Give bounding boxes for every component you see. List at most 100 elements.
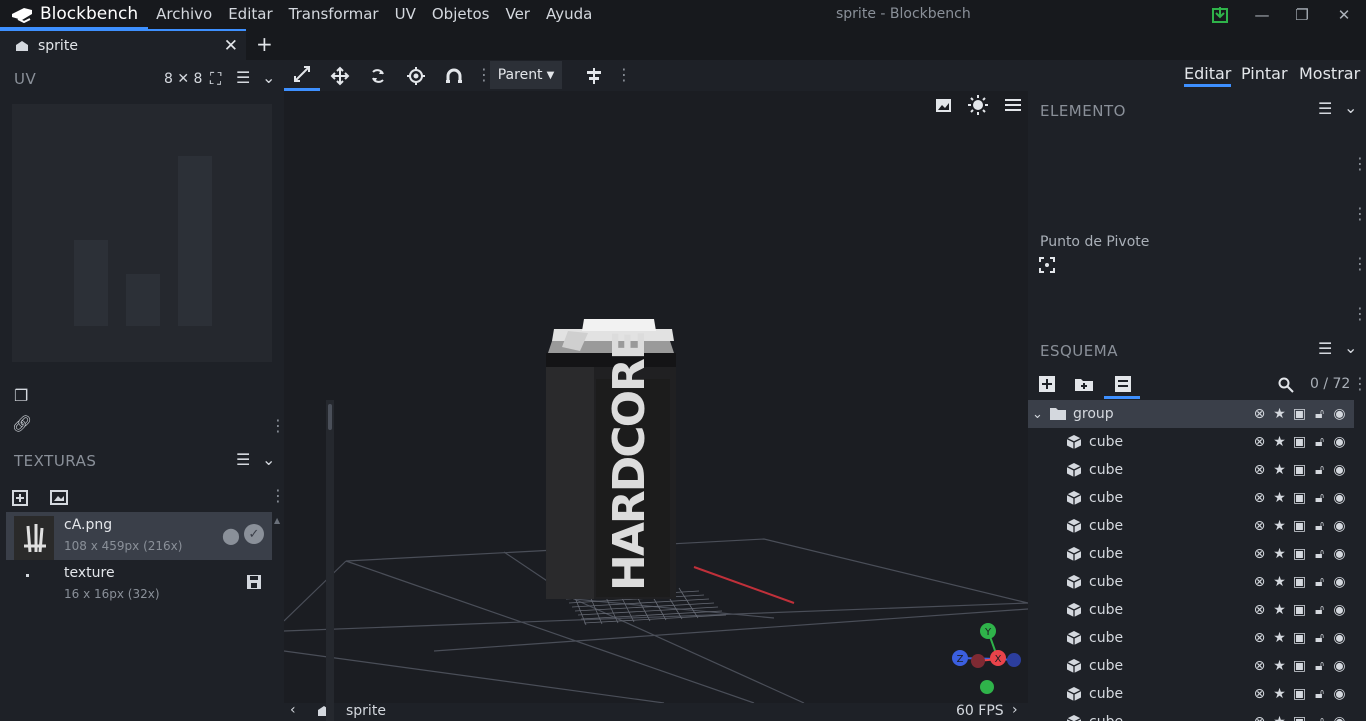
scroll-up-arrow[interactable]: ▲ [274,516,280,525]
add-texture-icon[interactable] [12,488,30,506]
camera-icon[interactable]: ▣ [1292,406,1307,422]
rotate-tool-button[interactable] [360,60,396,91]
particle-icon[interactable]: ⬤ [222,526,240,545]
transform-space-select[interactable]: Parent ▼ [490,61,562,89]
import-texture-icon[interactable] [50,488,68,506]
more-icon[interactable]: ⋮ [1352,376,1366,392]
search-icon[interactable] [1278,377,1294,393]
unlock-icon[interactable]: 🔓︎ [1312,686,1327,702]
export-toggle-icon[interactable]: ⊗ [1252,406,1267,422]
menu-icon[interactable]: ☰ [236,452,250,468]
unlock-icon[interactable]: 🔓︎ [1312,714,1327,721]
brightness-icon[interactable] [973,100,983,110]
camera-icon[interactable]: ▣ [1292,574,1307,590]
outliner-cube-row[interactable]: cube ⊗ ★ ▣ 🔓︎ ◉ [1028,568,1354,596]
mode-tab-editar[interactable]: Editar [1184,64,1232,87]
star-icon[interactable]: ★ [1272,434,1287,450]
export-toggle-icon[interactable]: ⊗ [1252,462,1267,478]
export-toggle-icon[interactable]: ⊗ [1252,686,1267,702]
unlock-icon[interactable]: 🔓︎ [1312,462,1327,478]
export-toggle-icon[interactable]: ⊗ [1252,630,1267,646]
unlock-icon[interactable]: 🔓︎ [1312,490,1327,506]
eye-icon[interactable]: ◉ [1332,686,1347,702]
unlock-icon[interactable]: 🔓︎ [1312,658,1327,674]
camera-icon[interactable]: ▣ [1292,602,1307,618]
menu-editar[interactable]: Editar [220,0,280,29]
add-cube-icon[interactable] [1039,376,1055,392]
close-tab-icon[interactable]: ✕ [224,36,238,56]
vertex-snap-tool-button[interactable] [436,60,472,91]
outliner-scroll-thumb[interactable] [328,404,332,430]
unlock-icon[interactable]: 🔓︎ [1312,434,1327,450]
eye-icon[interactable]: ◉ [1332,518,1347,534]
eye-icon[interactable]: ◉ [1332,574,1347,590]
eye-icon[interactable]: ◉ [1332,462,1347,478]
more-icon[interactable]: ⋮ [1352,206,1366,222]
camera-icon[interactable]: ▣ [1292,630,1307,646]
center-tool-button[interactable] [576,60,612,91]
star-icon[interactable]: ★ [1272,630,1287,646]
camera-icon[interactable]: ▣ [1292,714,1307,721]
install-update-button[interactable] [1200,0,1240,29]
star-icon[interactable]: ★ [1272,714,1287,721]
star-icon[interactable]: ★ [1272,462,1287,478]
mode-tab-mostrar[interactable]: Mostrar [1299,64,1360,83]
chevron-down-icon[interactable]: ⌄ [1344,340,1357,356]
pivot-tool-button[interactable] [398,60,434,91]
eye-icon[interactable]: ◉ [1332,490,1347,506]
star-icon[interactable]: ★ [1272,406,1287,422]
texture-item-texture[interactable]: texture 16 x 16px (32x) [6,560,272,608]
outliner-toggle-button[interactable] [1104,372,1140,399]
checkmark-icon[interactable]: ✓ [244,524,264,544]
save-icon[interactable] [246,574,262,590]
camera-icon[interactable]: ▣ [1292,686,1307,702]
export-toggle-icon[interactable]: ⊗ [1252,602,1267,618]
camera-icon[interactable]: ▣ [1292,658,1307,674]
texture-item-ca[interactable]: cA.png 108 x 459px (216x) ⬤ ✓ [6,512,272,560]
outliner-cube-row[interactable]: cube ⊗ ★ ▣ 🔓︎ ◉ [1028,512,1354,540]
star-icon[interactable]: ★ [1272,574,1287,590]
export-toggle-icon[interactable]: ⊗ [1252,546,1267,562]
outliner-cube-row[interactable]: cube ⊗ ★ ▣ 🔓︎ ◉ [1028,652,1354,680]
close-window-button[interactable]: ✕ [1324,0,1364,29]
star-icon[interactable]: ★ [1272,658,1287,674]
chevron-down-icon[interactable]: ⌄ [262,452,275,468]
star-icon[interactable]: ★ [1272,490,1287,506]
star-icon[interactable]: ★ [1272,546,1287,562]
add-group-icon[interactable] [1074,377,1094,392]
export-toggle-icon[interactable]: ⊗ [1252,574,1267,590]
outliner-scrollbar[interactable] [326,400,334,721]
camera-icon[interactable]: ▣ [1292,518,1307,534]
outliner-cube-row[interactable]: cube ⊗ ★ ▣ 🔓︎ ◉ [1028,624,1354,652]
export-toggle-icon[interactable]: ⊗ [1252,490,1267,506]
eye-icon[interactable]: ◉ [1332,630,1347,646]
menu-icon[interactable]: ☰ [1318,341,1332,357]
outliner-cube-row[interactable]: cube ⊗ ★ ▣ 🔓︎ ◉ [1028,456,1354,484]
chevron-down-icon[interactable]: ⌄ [1032,407,1043,422]
menu-icon[interactable]: ☰ [236,70,250,86]
minimize-button[interactable]: — [1242,0,1282,29]
eye-icon[interactable]: ◉ [1332,546,1347,562]
unlock-icon[interactable]: 🔓︎ [1312,406,1327,422]
outliner-cube-row[interactable]: cube ⊗ ★ ▣ 🔓︎ ◉ [1028,484,1354,512]
more-icon[interactable]: ⋮ [616,67,632,83]
star-icon[interactable]: ★ [1272,518,1287,534]
unlock-icon[interactable]: 🔓︎ [1312,574,1327,590]
menu-uv[interactable]: UV [387,0,424,29]
menu-ayuda[interactable]: Ayuda [538,0,600,29]
chevron-right-icon[interactable]: › [1012,702,1018,718]
outliner-cube-row[interactable]: cube ⊗ ★ ▣ 🔓︎ ◉ [1028,540,1354,568]
menu-objetos[interactable]: Objetos [424,0,498,29]
mode-tab-pintar[interactable]: Pintar [1241,64,1288,83]
camera-icon[interactable]: ▣ [1292,546,1307,562]
viewport-menu-icon[interactable] [1005,99,1021,111]
copy-icon[interactable]: ❐ [14,388,28,404]
chevron-down-icon[interactable]: ⌄ [1344,100,1357,116]
axis-gizmo[interactable]: Y Z X [952,623,1021,694]
unlock-icon[interactable]: 🔓︎ [1312,518,1327,534]
unlock-icon[interactable]: 🔓︎ [1312,602,1327,618]
uv-size-label[interactable]: 8 ✕ 8 [164,71,202,87]
export-toggle-icon[interactable]: ⊗ [1252,714,1267,721]
tab-sprite[interactable]: sprite ✕ [0,29,246,60]
menu-archivo[interactable]: Archivo [148,0,220,29]
